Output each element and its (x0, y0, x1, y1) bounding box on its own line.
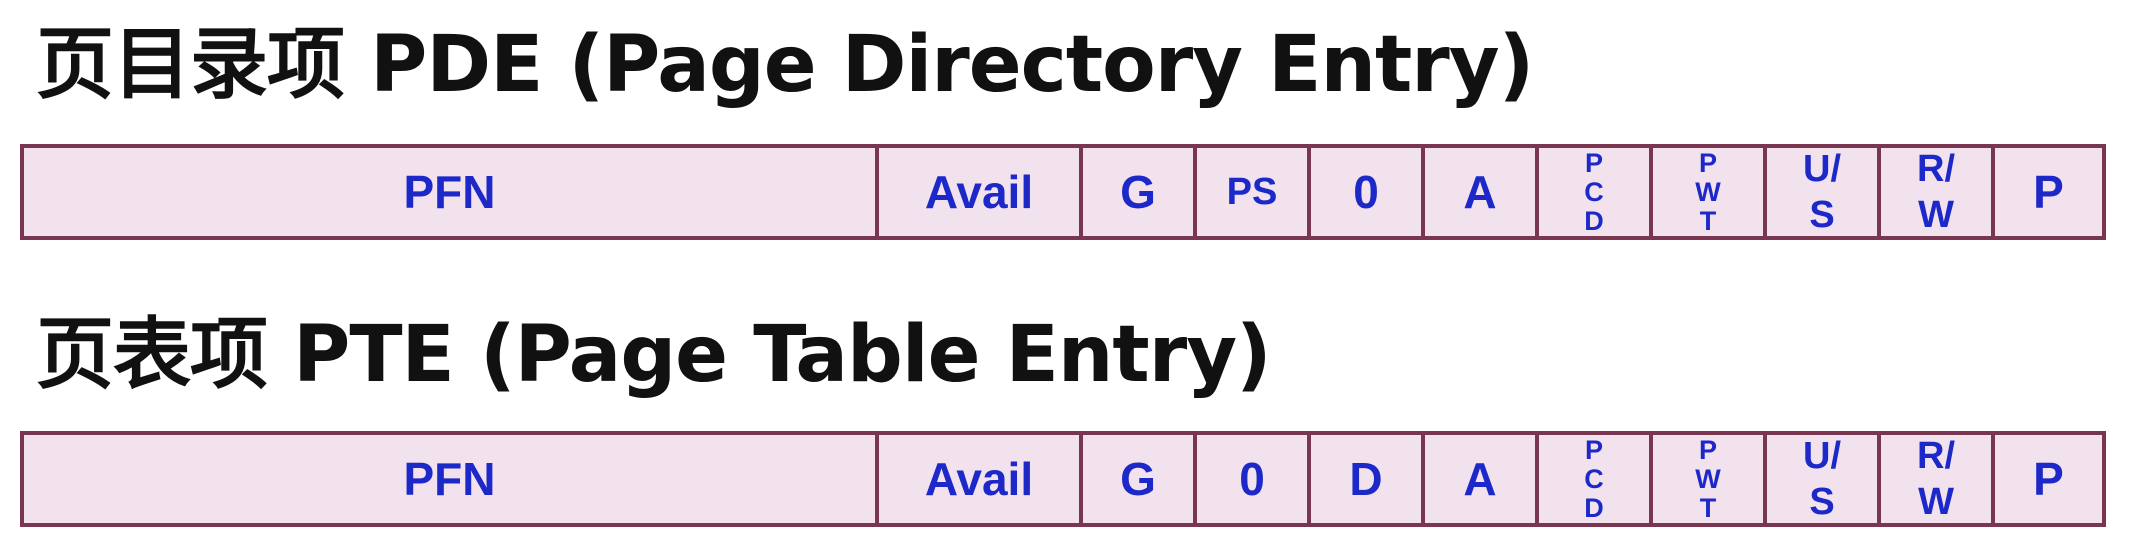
pte-field-pwt: P W T (1649, 435, 1763, 523)
pte-field-label: P C D (1584, 435, 1604, 523)
pte-field-label: D (1349, 453, 1383, 505)
pde-field-label: P C D (1584, 148, 1604, 236)
pde-field-label: 0 (1353, 166, 1379, 218)
pde-field-label: U/ S (1803, 148, 1841, 236)
pte-field-us: U/ S (1763, 435, 1877, 523)
pde-field-rw: R/ W (1877, 148, 1991, 236)
pde-field-a: A (1421, 148, 1535, 236)
pte-entry-layout: PFN Avail G 0 D A P C D P W T U/ S R/ W … (20, 431, 2106, 527)
pde-field-label: P (2033, 166, 2064, 218)
pde-field-label: PFN (403, 166, 496, 218)
pte-field-label: A (1463, 453, 1497, 505)
pde-field-p: P (1991, 148, 2102, 236)
pte-field-rw: R/ W (1877, 435, 1991, 523)
pde-field-label: Avail (924, 166, 1034, 218)
pde-field-avail: Avail (875, 148, 1079, 236)
pte-field-label: 0 (1239, 453, 1265, 505)
pde-title: 页目录项 PDE (Page Directory Entry) (36, 20, 1534, 110)
pte-field-label: G (1120, 453, 1156, 505)
pde-field-ps: PS (1193, 148, 1307, 236)
pde-field-pwt: P W T (1649, 148, 1763, 236)
pte-field-pfn: PFN (24, 435, 875, 523)
pde-field-pfn: PFN (24, 148, 875, 236)
pde-field-us: U/ S (1763, 148, 1877, 236)
pte-field-a: A (1421, 435, 1535, 523)
pte-field-label: Avail (924, 453, 1034, 505)
pte-field-pcd: P C D (1535, 435, 1649, 523)
pte-field-label: R/ W (1917, 435, 1955, 523)
pde-field-pcd: P C D (1535, 148, 1649, 236)
pde-field-label: P W T (1695, 148, 1721, 236)
pde-field-label: R/ W (1917, 148, 1955, 236)
pde-field-label: PS (1226, 170, 1278, 213)
pte-field-p: P (1991, 435, 2102, 523)
pte-field-label: U/ S (1803, 435, 1841, 523)
pde-entry-layout: PFN Avail G PS 0 A P C D P W T U/ S R/ W… (20, 144, 2106, 240)
pde-field-label: A (1463, 166, 1497, 218)
pte-field-avail: Avail (875, 435, 1079, 523)
pte-field-g: G (1079, 435, 1193, 523)
pte-field-reserved-0: 0 (1193, 435, 1307, 523)
pte-field-d: D (1307, 435, 1421, 523)
pte-field-label: P W T (1695, 435, 1721, 523)
pte-title: 页表项 PTE (Page Table Entry) (36, 310, 1272, 400)
pde-field-reserved-0: 0 (1307, 148, 1421, 236)
pte-field-label: PFN (403, 453, 496, 505)
pde-field-g: G (1079, 148, 1193, 236)
pde-field-label: G (1120, 166, 1156, 218)
pte-field-label: P (2033, 453, 2064, 505)
